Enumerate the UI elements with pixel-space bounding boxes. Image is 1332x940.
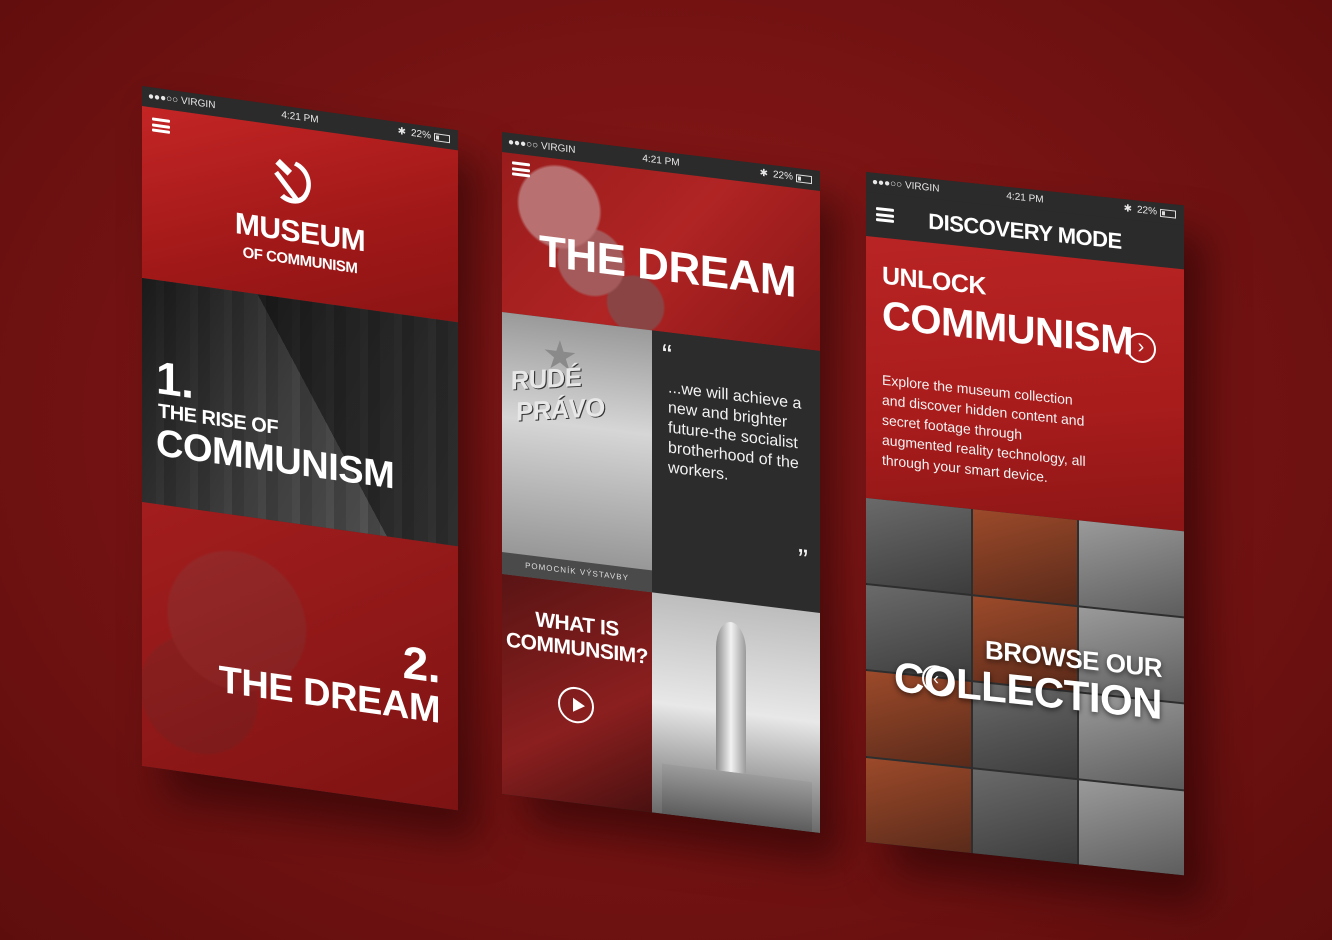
- chapter-card-rise[interactable]: 1. THE RISE OF COMMUNISM: [142, 278, 458, 547]
- bluetooth-icon: ✱: [397, 125, 406, 139]
- rocket-shape: [716, 620, 746, 774]
- collection-thumb[interactable]: [1079, 779, 1184, 876]
- quote-open-icon: “: [662, 338, 672, 373]
- collection-thumb[interactable]: [866, 498, 971, 594]
- page-title: THE DREAM: [538, 226, 796, 308]
- battery-percent: 22%: [410, 127, 431, 142]
- poster-title: RUDÉ PRÁVO: [507, 361, 607, 427]
- menu-icon[interactable]: [512, 161, 530, 178]
- battery-indicator: ✱ 22%: [1124, 203, 1176, 220]
- bluetooth-icon: ✱: [1123, 203, 1132, 215]
- quote-text: ...we will achieve a new and brighter fu…: [668, 379, 802, 484]
- quote-block: “ ...we will achieve a new and brighter …: [652, 330, 820, 614]
- collection-thumb[interactable]: [972, 509, 1078, 605]
- phone-screen-dream: ●●●○○ VIRGIN 4:21 PM ✱ 22% THE DREAM ★ R…: [502, 132, 820, 834]
- video-title: WHAT IS COMMUNSIM?: [502, 604, 652, 670]
- battery-icon: [1160, 208, 1176, 219]
- bluetooth-icon: ✱: [759, 167, 768, 180]
- collection-thumb[interactable]: [866, 757, 971, 853]
- collection-thumb[interactable]: [972, 768, 1078, 865]
- battery-indicator: ✱ 22%: [398, 126, 450, 144]
- battery-percent: 22%: [1136, 204, 1157, 218]
- battery-indicator: ✱ 22%: [760, 168, 812, 185]
- phone-screen-home: ●●●○○ VIRGIN 4:21 PM ✱ 22% MUSEUM OF COM…: [142, 86, 458, 811]
- phone-screen-discovery: ●●●○○ VIRGIN 4:21 PM ✱ 22% DISCOVERY MOD…: [866, 172, 1184, 876]
- chapter-card-dream[interactable]: 2. THE DREAM: [142, 502, 458, 811]
- play-icon[interactable]: [558, 684, 594, 726]
- battery-percent: 22%: [772, 169, 793, 183]
- hammer-sickle-icon: [274, 158, 311, 204]
- menu-icon[interactable]: [152, 117, 170, 134]
- rude-pravo-poster[interactable]: ★ RUDÉ PRÁVO POMOCNÍK VÝSTAVBY SOCIALISM…: [502, 312, 652, 602]
- battery-icon: [796, 173, 812, 184]
- building-shape: [662, 763, 812, 833]
- quote-close-icon: ”: [798, 543, 808, 578]
- rocket-photo: [652, 592, 820, 834]
- video-card[interactable]: WHAT IS COMMUNSIM?: [502, 574, 652, 813]
- collection-thumb[interactable]: [1079, 520, 1184, 616]
- battery-icon: [434, 132, 450, 143]
